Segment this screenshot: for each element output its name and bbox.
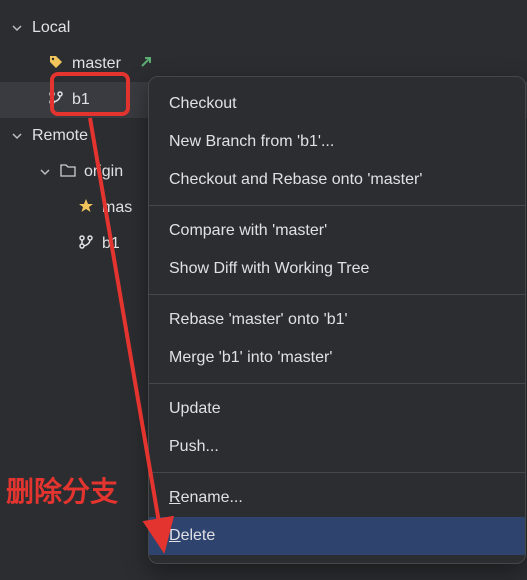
- menu-separator: [149, 205, 525, 206]
- menu-separator: [149, 383, 525, 384]
- menu-rename[interactable]: Rename...: [149, 479, 525, 517]
- branch-icon: [48, 90, 64, 110]
- b1-label: b1: [72, 91, 90, 109]
- menu-merge[interactable]: Merge 'b1' into 'master': [149, 339, 525, 377]
- menu-delete[interactable]: Delete: [149, 517, 525, 555]
- local-label: Local: [32, 19, 70, 37]
- menu-show-diff[interactable]: Show Diff with Working Tree: [149, 250, 525, 288]
- annotation-text: 删除分支: [6, 470, 118, 510]
- branch-icon: [78, 234, 94, 254]
- chevron-down-icon: [38, 165, 52, 179]
- menu-separator: [149, 294, 525, 295]
- external-link-icon: [139, 55, 153, 73]
- star-icon: [78, 198, 94, 218]
- origin-b1-label: b1: [102, 235, 120, 253]
- tree-node-local[interactable]: Local: [0, 10, 527, 46]
- branch-context-menu: Checkout New Branch from 'b1'... Checkou…: [148, 76, 526, 564]
- menu-compare[interactable]: Compare with 'master': [149, 212, 525, 250]
- menu-update[interactable]: Update: [149, 390, 525, 428]
- chevron-down-icon: [10, 21, 24, 35]
- menu-separator: [149, 472, 525, 473]
- origin-master-label: mas: [102, 199, 132, 217]
- remote-label: Remote: [32, 127, 88, 145]
- menu-push[interactable]: Push...: [149, 428, 525, 466]
- origin-label: origin: [84, 163, 123, 181]
- menu-new-branch[interactable]: New Branch from 'b1'...: [149, 123, 525, 161]
- menu-checkout-rebase[interactable]: Checkout and Rebase onto 'master': [149, 161, 525, 199]
- menu-rebase[interactable]: Rebase 'master' onto 'b1': [149, 301, 525, 339]
- chevron-down-icon: [10, 129, 24, 143]
- folder-icon: [60, 163, 76, 181]
- menu-checkout[interactable]: Checkout: [149, 85, 525, 123]
- master-label: master: [72, 55, 121, 73]
- tag-icon: [48, 54, 64, 74]
